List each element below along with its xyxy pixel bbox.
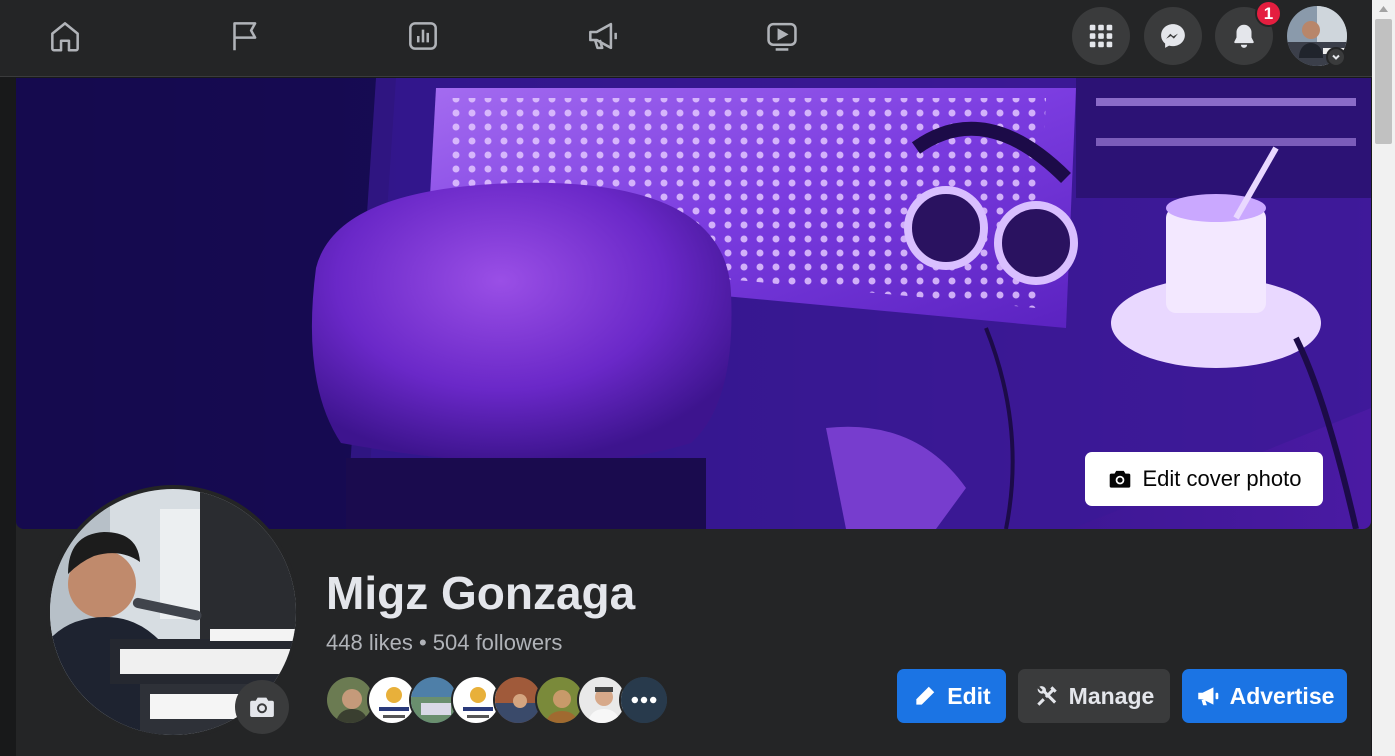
notification-count-badge: 1 [1255, 0, 1282, 27]
bell-icon [1234, 24, 1254, 48]
camera-icon [250, 697, 274, 717]
manage-page-button[interactable]: Manage [1018, 669, 1170, 723]
megaphone-icon [589, 22, 617, 50]
chevron-down-icon [1332, 54, 1340, 60]
bar-chart-icon [409, 22, 437, 50]
page-likers-list [325, 675, 675, 725]
tools-icon [1036, 686, 1057, 706]
update-profile-picture-button[interactable] [235, 680, 289, 734]
caret-up-icon [1379, 5, 1388, 12]
account-menu-chevron[interactable] [1326, 47, 1346, 67]
flag-icon [233, 22, 257, 51]
insights-nav-button[interactable] [395, 10, 451, 62]
top-navigation-bar: 1 [0, 0, 1372, 77]
ad-center-nav-button[interactable] [575, 10, 631, 62]
scroll-thumb[interactable] [1375, 19, 1392, 144]
advertise-label: Advertise [1229, 682, 1335, 709]
cover-photo[interactable]: Edit cover photo [16, 78, 1371, 529]
pencil-icon [916, 686, 935, 705]
grid-menu-icon [1089, 24, 1113, 48]
scroll-up-arrow[interactable] [1372, 0, 1395, 17]
menu-button[interactable] [1072, 7, 1130, 65]
watch-nav-button[interactable] [754, 10, 810, 62]
camera-icon [1109, 470, 1130, 488]
window-scrollbar[interactable] [1372, 0, 1395, 756]
messenger-button[interactable] [1144, 7, 1202, 65]
page-content: Edit cover photo Migz Gonzaga 448 likes … [0, 78, 1372, 756]
home-icon [51, 22, 79, 52]
home-nav-button[interactable] [37, 10, 93, 62]
edit-page-button[interactable]: Edit [897, 669, 1006, 723]
megaphone-icon [1197, 687, 1218, 706]
manage-label: Manage [1068, 682, 1155, 709]
profile-header: Edit cover photo Migz Gonzaga 448 likes … [16, 78, 1371, 756]
edit-cover-photo-label: Edit cover photo [1142, 466, 1302, 491]
more-likers-button[interactable] [619, 675, 669, 725]
edit-cover-photo-button[interactable]: Edit cover photo [1085, 452, 1323, 506]
edit-label: Edit [947, 682, 991, 709]
play-video-icon [767, 22, 797, 51]
page-title: Migz Gonzaga [326, 567, 636, 619]
likes-followers-count[interactable]: 448 likes • 504 followers [326, 630, 562, 656]
pages-nav-button[interactable] [216, 10, 272, 62]
messenger-icon [1161, 24, 1185, 48]
advertise-button[interactable]: Advertise [1182, 669, 1347, 723]
